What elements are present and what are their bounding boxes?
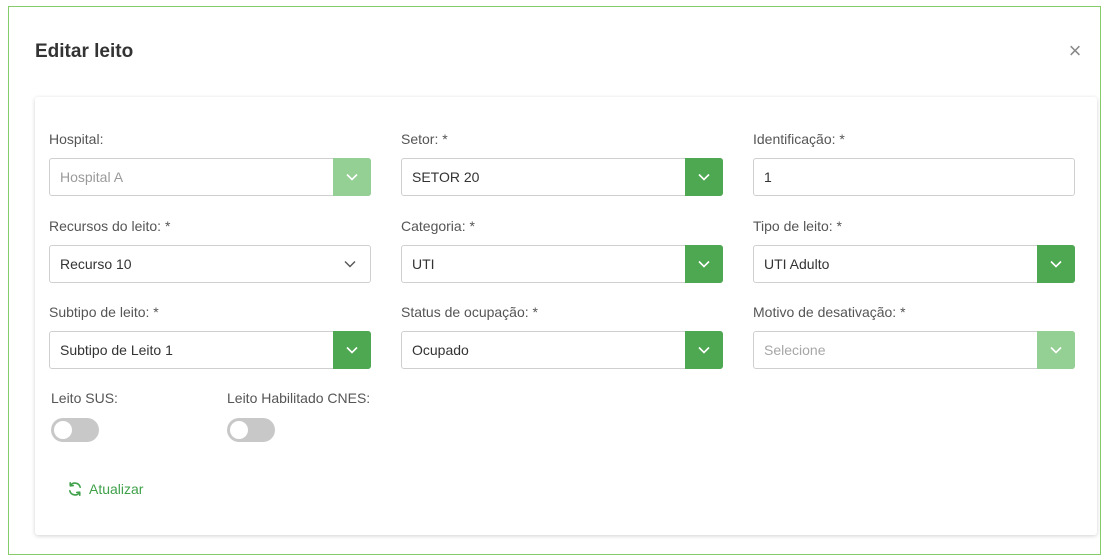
refresh-button[interactable]: Atualizar — [67, 481, 143, 497]
motivo-select: Selecione — [753, 331, 1075, 369]
leito-sus-toggle[interactable] — [51, 418, 99, 442]
tipo-label: Tipo de leito: * — [753, 218, 842, 234]
close-icon: × — [1068, 38, 1082, 63]
recursos-select[interactable]: Recurso 10 — [49, 245, 371, 283]
setor-field: Setor: * SETOR 20 — [401, 131, 723, 196]
status-dropdown-button[interactable] — [685, 331, 723, 369]
chevron-down-icon — [1050, 346, 1062, 354]
identificacao-field: Identificação: * 1 — [753, 131, 1075, 196]
tipo-value: UTI Adulto — [764, 256, 830, 272]
hospital-field: Hospital: Hospital A — [49, 131, 371, 196]
recursos-label: Recursos do leito: * — [49, 218, 171, 234]
tipo-dropdown-button[interactable] — [1037, 245, 1075, 283]
motivo-label: Motivo de desativação: * — [753, 304, 906, 320]
chevron-down-icon — [346, 173, 358, 181]
tipo-select[interactable]: UTI Adulto — [753, 245, 1075, 283]
chevron-down-icon — [698, 173, 710, 181]
refresh-icon — [69, 482, 81, 496]
subtipo-label: Subtipo de leito: * — [49, 304, 159, 320]
recursos-value: Recurso 10 — [60, 256, 132, 272]
status-field: Status de ocupação: * Ocupado — [401, 304, 723, 369]
chevron-down-icon — [698, 260, 710, 268]
categoria-dropdown-button[interactable] — [685, 245, 723, 283]
hospital-dropdown-button — [333, 158, 371, 196]
recursos-field: Recursos do leito: * Recurso 10 — [49, 218, 371, 283]
categoria-value: UTI — [412, 256, 435, 272]
chevron-down-icon — [346, 346, 358, 354]
leito-cnes-toggle[interactable] — [227, 418, 275, 442]
subtipo-field: Subtipo de leito: * Subtipo de Leito 1 — [49, 304, 371, 369]
categoria-label: Categoria: * — [401, 218, 475, 234]
status-value: Ocupado — [412, 342, 469, 358]
subtipo-select[interactable]: Subtipo de Leito 1 — [49, 331, 371, 369]
hospital-select: Hospital A — [49, 158, 371, 196]
leito-cnes-field: Leito Habilitado CNES: — [227, 390, 370, 442]
leito-cnes-label: Leito Habilitado CNES: — [227, 390, 371, 406]
motivo-field: Motivo de desativação: * Selecione — [753, 304, 1075, 369]
identificacao-value: 1 — [764, 169, 772, 185]
identificacao-label: Identificação: * — [753, 131, 845, 147]
categoria-select[interactable]: UTI — [401, 245, 723, 283]
toggle-knob — [230, 421, 248, 439]
subtipo-dropdown-button[interactable] — [333, 331, 371, 369]
setor-label: Setor: * — [401, 131, 448, 147]
hospital-label: Hospital: — [49, 131, 104, 147]
close-button[interactable]: × — [1064, 40, 1086, 62]
chevron-down-icon — [1050, 260, 1062, 268]
refresh-label: Atualizar — [89, 481, 144, 497]
tipo-field: Tipo de leito: * UTI Adulto — [753, 218, 1075, 283]
subtipo-value: Subtipo de Leito 1 — [60, 342, 173, 358]
setor-select[interactable]: SETOR 20 — [401, 158, 723, 196]
chevron-down-icon — [698, 346, 710, 354]
status-select[interactable]: Ocupado — [401, 331, 723, 369]
status-label: Status de ocupação: * — [401, 304, 538, 320]
motivo-placeholder: Selecione — [764, 342, 826, 358]
motivo-dropdown-button — [1037, 331, 1075, 369]
recursos-dropdown-button[interactable] — [338, 246, 362, 282]
hospital-value: Hospital A — [60, 169, 124, 185]
chevron-down-icon — [344, 261, 356, 268]
form-card: Hospital: Hospital A Setor: * SETOR 20 I… — [35, 97, 1097, 535]
leito-sus-label: Leito SUS: — [51, 390, 118, 406]
setor-dropdown-button[interactable] — [685, 158, 723, 196]
toggle-knob — [54, 421, 72, 439]
modal-title: Editar leito — [35, 41, 134, 62]
identificacao-input[interactable]: 1 — [753, 158, 1075, 196]
categoria-field: Categoria: * UTI — [401, 218, 723, 283]
setor-value: SETOR 20 — [412, 169, 480, 185]
leito-sus-field: Leito SUS: — [51, 390, 118, 442]
edit-bed-modal: Editar leito × Hospital: Hospital A Seto… — [8, 6, 1101, 555]
